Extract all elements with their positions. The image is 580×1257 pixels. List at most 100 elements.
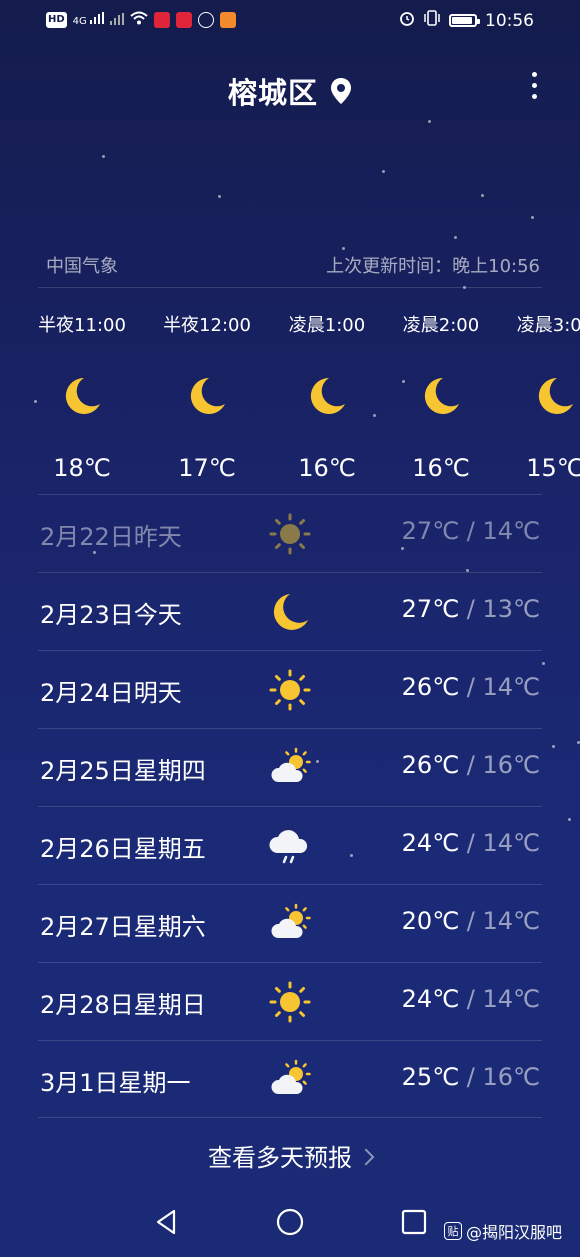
low-temp: / 14℃ (459, 985, 540, 1013)
back-button[interactable] (152, 1207, 182, 1237)
hd-icon: HD (46, 11, 67, 28)
moon-icon (381, 374, 501, 426)
sun-icon (268, 980, 312, 1024)
wifi-icon (130, 10, 148, 29)
play-app-icon (219, 11, 236, 28)
status-icons-left: HD 4G (46, 10, 236, 29)
partly-cloudy-icon (268, 1058, 312, 1102)
home-button[interactable] (275, 1207, 305, 1237)
location-header[interactable]: 榕城区 (0, 70, 580, 112)
sun-icon (268, 668, 312, 712)
day-temps: 24℃ / 14℃ (402, 829, 540, 857)
hour-temp: 18℃ (53, 454, 111, 480)
day-date: 2月22日昨天 (40, 523, 182, 551)
low-temp: / 16℃ (459, 751, 540, 779)
day-date: 2月28日星期日 (40, 991, 206, 1019)
partly-cloudy-icon (268, 902, 312, 946)
signal-2-icon (109, 10, 124, 29)
hour-item: 凌晨3:00 15℃ (495, 310, 580, 480)
hour-item: 半夜11:00 18℃ (22, 310, 142, 480)
recents-button[interactable] (399, 1207, 429, 1237)
day-date: 2月26日星期五 (40, 835, 206, 863)
divider (38, 287, 542, 288)
high-temp: 25℃ (401, 1063, 460, 1091)
day-temps: 24℃ / 14℃ (402, 985, 540, 1013)
divider (38, 1117, 542, 1118)
day-temps: 26℃ / 14℃ (402, 673, 540, 701)
hour-time: 半夜11:00 (38, 315, 126, 336)
low-temp: / 16℃ (459, 1063, 540, 1091)
watermark: 贴 @揭阳汉服吧 (443, 1219, 562, 1243)
moon-icon (267, 374, 387, 426)
day-row: 2月25日星期四 26℃ / 16℃ (38, 728, 542, 807)
low-temp: / 14℃ (459, 907, 540, 935)
hour-time: 凌晨3:00 (516, 315, 580, 336)
high-temp: 24℃ (401, 829, 460, 857)
day-row: 2月22日昨天 27℃ / 14℃ (38, 494, 542, 573)
day-row: 2月28日星期日 24℃ / 14℃ (38, 962, 542, 1041)
clock-time: 10:56 (485, 10, 534, 31)
day-date: 2月23日今天 (40, 601, 182, 629)
hour-time: 凌晨2:00 (402, 315, 480, 336)
system-nav-bar: 贴 @揭阳汉服吧 (0, 1195, 580, 1257)
alarm-icon (399, 10, 415, 31)
tieba-logo-icon: 贴 (443, 1222, 462, 1240)
location-pin-icon (331, 78, 351, 104)
moon-icon (268, 590, 312, 634)
low-temp: / 14℃ (459, 829, 540, 857)
high-temp: 27℃ (401, 517, 460, 545)
hour-temp: 16℃ (298, 454, 356, 480)
hour-temp: 16℃ (412, 454, 470, 480)
more-forecast-label: 查看多天预报 (208, 1144, 352, 1172)
rain-cloud-icon (268, 824, 312, 868)
moon-icon (22, 374, 142, 426)
day-temps: 27℃ / 14℃ (402, 517, 540, 545)
high-temp: 20℃ (401, 907, 460, 935)
day-date: 2月27日星期六 (40, 913, 206, 941)
day-temps: 20℃ / 14℃ (402, 907, 540, 935)
vibrate-icon (423, 10, 441, 31)
partly-cloudy-icon (268, 746, 312, 790)
hour-item: 半夜12:00 17℃ (147, 310, 267, 480)
high-temp: 26℃ (401, 751, 460, 779)
more-forecast-link[interactable]: 查看多天预报 (0, 1138, 580, 1173)
hour-temp: 15℃ (526, 454, 580, 480)
high-temp: 26℃ (401, 673, 460, 701)
day-temps: 26℃ / 16℃ (402, 751, 540, 779)
signal-icon: 4G (73, 12, 104, 27)
day-temps: 25℃ / 16℃ (402, 1063, 540, 1091)
day-row: 2月23日今天 27℃ / 13℃ (38, 572, 542, 651)
data-provider: 中国气象 (46, 256, 118, 277)
day-temps: 27℃ / 13℃ (402, 595, 540, 623)
source-row: 中国气象 上次更新时间：晚上10:56 (46, 252, 540, 277)
hand-icon (197, 11, 214, 28)
low-temp: / 13℃ (459, 595, 540, 623)
hour-item: 凌晨2:00 16℃ (381, 310, 501, 480)
hourly-forecast[interactable]: 半夜11:00 18℃ 半夜12:00 17℃ 凌晨1:00 16℃ 凌晨2:0… (0, 310, 580, 480)
hour-temp: 17℃ (178, 454, 236, 480)
more-menu-icon[interactable] (528, 72, 540, 106)
day-date: 3月1日星期一 (40, 1069, 191, 1097)
day-row: 3月1日星期一 25℃ / 16℃ (38, 1040, 542, 1119)
day-row: 2月24日明天 26℃ / 14℃ (38, 650, 542, 729)
day-date: 2月25日星期四 (40, 757, 206, 785)
battery-icon (449, 14, 480, 27)
hour-time: 凌晨1:00 (288, 315, 366, 336)
moon-icon (147, 374, 267, 426)
hour-item: 凌晨1:00 16℃ (267, 310, 387, 480)
low-temp: / 14℃ (459, 673, 540, 701)
app-notification-icon (153, 11, 170, 28)
high-temp: 27℃ (401, 595, 460, 623)
high-temp: 24℃ (401, 985, 460, 1013)
location-title: 榕城区 (227, 76, 318, 110)
day-row: 2月26日星期五 24℃ / 14℃ (38, 806, 542, 885)
moon-icon (495, 374, 580, 426)
sun-icon (268, 512, 312, 556)
app-notification-2-icon (175, 11, 192, 28)
hour-time: 半夜12:00 (163, 315, 251, 336)
day-date: 2月24日明天 (40, 679, 182, 707)
chevron-right-icon (357, 1148, 375, 1166)
status-bar: HD 4G 10:56 (0, 0, 580, 42)
status-icons-right: 10:56 (399, 10, 534, 31)
low-temp: / 14℃ (459, 517, 540, 545)
